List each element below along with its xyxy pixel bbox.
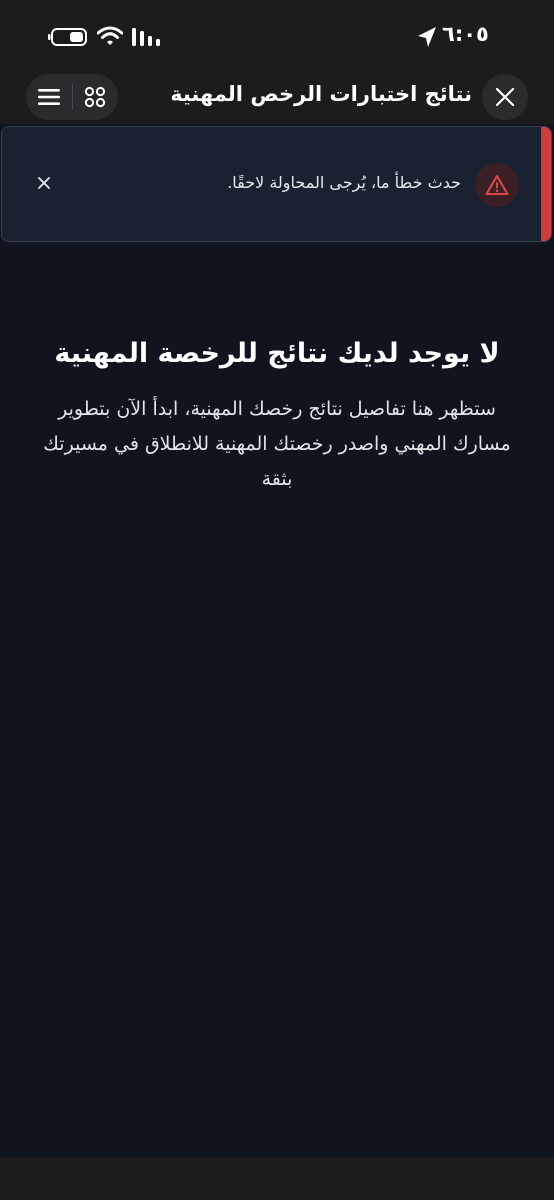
location-arrow-icon: [418, 27, 436, 47]
alert-message: حدث خطأ ما، يُرجى المحاولة لاحقًا.: [227, 173, 461, 192]
alert-accent-bar: [541, 127, 551, 241]
wifi-icon: [97, 26, 123, 45]
apps-grid-icon: [84, 86, 106, 108]
bottom-bar: [0, 1157, 554, 1200]
battery-icon: [48, 28, 87, 46]
warning-triangle-icon: [485, 175, 509, 195]
status-time: ٦:٠٥: [442, 22, 489, 46]
alert-icon-badge: [475, 163, 519, 207]
alert-close-button[interactable]: [32, 171, 56, 195]
hamburger-menu-button[interactable]: [26, 74, 72, 120]
apps-grid-button[interactable]: [72, 74, 118, 120]
close-icon: [38, 177, 50, 189]
page-title: نتائج اختبارات الرخص المهنية لدى هـ...: [172, 82, 472, 106]
empty-state-title: لا يوجد لديك نتائج للرخصة المهنية: [54, 338, 500, 369]
menu-pill: [26, 74, 118, 120]
close-icon: [495, 87, 515, 107]
browser-toolbar: نتائج اختبارات الرخص المهنية لدى هـ...: [0, 72, 554, 124]
status-bar: ٦:٠٥: [0, 0, 554, 72]
hamburger-menu-icon: [38, 89, 60, 105]
cellular-signal-icon: [132, 28, 160, 46]
error-alert: حدث خطأ ما، يُرجى المحاولة لاحقًا.: [1, 126, 552, 242]
empty-state-description: ستظهر هنا تفاصيل نتائج رخصك المهنية، ابد…: [43, 398, 511, 490]
close-button[interactable]: [482, 74, 528, 120]
